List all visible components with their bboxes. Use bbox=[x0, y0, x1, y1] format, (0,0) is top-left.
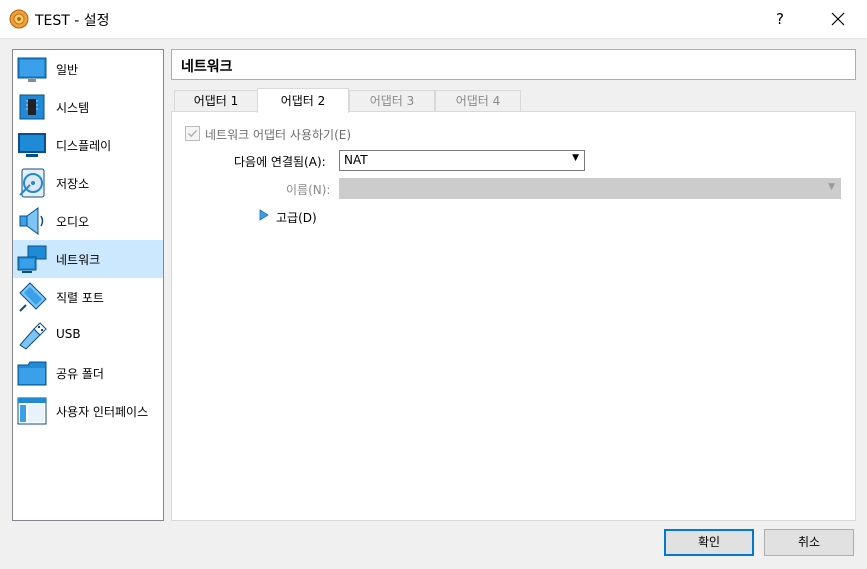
sidebar-item-label: 네트워크 bbox=[56, 253, 101, 267]
sidebar-item-label: 오디오 bbox=[56, 215, 90, 229]
sidebar-item-network[interactable]: 네트워크 bbox=[13, 240, 163, 278]
user-interface-icon bbox=[17, 397, 47, 425]
sidebar-item-serial-port[interactable]: 직렬 포트 bbox=[13, 278, 163, 316]
serial-port-icon bbox=[19, 282, 47, 312]
sidebar-item-label: 시스템 bbox=[56, 101, 90, 115]
adapter-panel: 네트워크 어댑터 사용하기(E) 다음에 연결됨(A): NAT ▼ 이름(N)… bbox=[171, 111, 856, 521]
attached-to-select[interactable]: NAT ▼ bbox=[339, 150, 585, 171]
display-icon bbox=[18, 133, 46, 157]
attached-to-value: NAT bbox=[344, 153, 368, 167]
checkmark-icon bbox=[187, 129, 198, 138]
sidebar-item-label: 일반 bbox=[56, 63, 79, 77]
sidebar-item-audio[interactable]: 오디오 bbox=[13, 202, 163, 240]
usb-icon bbox=[19, 322, 47, 350]
close-button[interactable] bbox=[810, 0, 866, 38]
attached-to-label: 다음에 연결됨(A): bbox=[234, 155, 326, 169]
page-title: 네트워크 bbox=[181, 59, 233, 75]
sidebar-item-display[interactable]: 디스플레이 bbox=[13, 126, 163, 164]
name-select[interactable]: ▼ bbox=[339, 178, 841, 199]
sidebar-item-label: 공유 폴더 bbox=[56, 367, 104, 381]
tab-adapter-4[interactable]: 어댑터 4 bbox=[435, 90, 521, 112]
sidebar-item-label: 사용자 인터페이스 bbox=[56, 405, 149, 419]
sidebar-item-general[interactable]: 일반 bbox=[13, 50, 163, 88]
name-label: 이름(N): bbox=[286, 183, 331, 197]
shared-folder-icon bbox=[17, 361, 47, 386]
sidebar-item-label: 직렬 포트 bbox=[56, 291, 104, 305]
close-icon bbox=[831, 12, 845, 26]
expand-arrow-icon[interactable] bbox=[258, 209, 270, 221]
tab-adapter-1[interactable]: 어댑터 1 bbox=[174, 90, 258, 112]
sidebar-item-label: 저장소 bbox=[56, 177, 90, 191]
system-icon bbox=[19, 94, 45, 120]
sidebar-item-system[interactable]: 시스템 bbox=[13, 88, 163, 126]
title-bar: TEST - 설정 ? bbox=[0, 0, 867, 39]
enable-adapter-checkbox[interactable] bbox=[185, 126, 200, 141]
virtualbox-app-icon bbox=[9, 9, 29, 29]
enable-adapter-label: 네트워크 어댑터 사용하기(E) bbox=[205, 128, 352, 142]
ok-button[interactable]: 확인 bbox=[664, 529, 754, 556]
sidebar-item-usb[interactable]: USB bbox=[13, 316, 163, 354]
sidebar-item-storage[interactable]: 저장소 bbox=[13, 164, 163, 202]
sidebar-item-user-interface[interactable]: 사용자 인터페이스 bbox=[13, 392, 163, 430]
audio-icon bbox=[19, 207, 44, 235]
page-title-box: 네트워크 bbox=[171, 49, 856, 80]
window-title: TEST - 설정 bbox=[35, 13, 110, 29]
advanced-toggle[interactable]: 고급(D) bbox=[276, 209, 317, 226]
cancel-button[interactable]: 취소 bbox=[764, 529, 854, 556]
tab-adapter-3[interactable]: 어댑터 3 bbox=[349, 90, 435, 112]
dropdown-arrow-icon: ▼ bbox=[572, 153, 579, 163]
sidebar-item-shared-folders[interactable]: 공유 폴더 bbox=[13, 354, 163, 392]
tab-adapter-2[interactable]: 어댑터 2 bbox=[257, 88, 349, 113]
dropdown-arrow-icon: ▼ bbox=[828, 182, 835, 192]
general-icon bbox=[17, 57, 47, 82]
storage-icon bbox=[19, 168, 45, 198]
sidebar-item-label: USB bbox=[56, 327, 81, 341]
sidebar-item-label: 디스플레이 bbox=[56, 139, 112, 153]
settings-category-list: 일반 시스템 디스플레이 저장소 오디오 네트워크 직렬 포트 USB 공유 폴… bbox=[12, 49, 164, 521]
help-button[interactable]: ? bbox=[752, 0, 808, 38]
network-icon bbox=[17, 245, 47, 273]
